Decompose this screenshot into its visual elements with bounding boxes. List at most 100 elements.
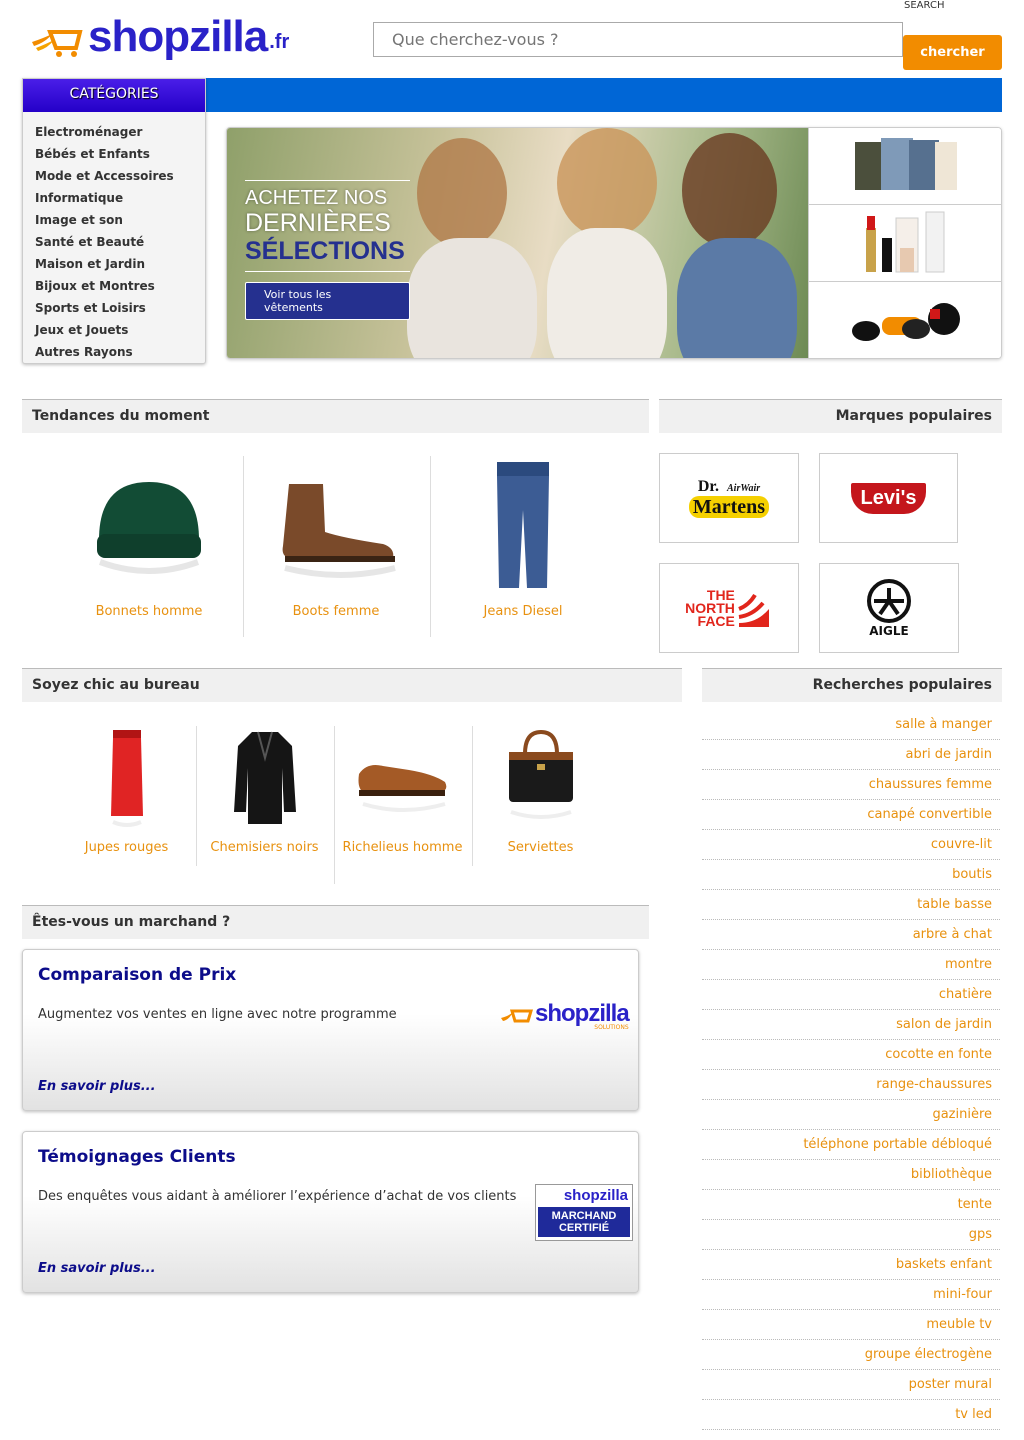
logo-wordmark: shopzilla [88, 12, 268, 61]
category-item[interactable]: Santé et Beauté [35, 231, 205, 253]
popular-search-link[interactable]: gps [702, 1220, 1000, 1250]
trend-divider [243, 456, 244, 637]
view-clothes-button[interactable]: Voir tous les vêtements [245, 282, 410, 320]
shopping-women-photo: ACHETEZ NOS DERNIÈRES SÉLECTIONS Voir to… [227, 128, 808, 358]
category-item[interactable]: Informatique [35, 187, 205, 209]
popular-search-link[interactable]: mini-four [702, 1280, 1000, 1310]
banner-line-1: ACHETEZ NOS [245, 180, 410, 209]
card-title: Témoignages Clients [38, 1147, 236, 1167]
black-blouse-icon [233, 731, 296, 824]
shopzilla-logo[interactable]: shopzilla .fr [30, 14, 289, 60]
office-divider [196, 726, 197, 866]
category-item[interactable]: Electroménager [35, 121, 205, 143]
brand-levis[interactable]: Levi's [819, 453, 958, 543]
brand-dr-martens[interactable]: Dr. AirWair Martens [659, 453, 799, 543]
thumb-shirts[interactable] [808, 128, 1001, 205]
trend-label: Jeans Diesel [483, 604, 563, 619]
office-item[interactable]: Jupes rouges [60, 728, 193, 856]
shopzilla-solutions-logo: shopzilla SOLUTIONS [501, 1000, 630, 1031]
popular-search-link[interactable]: tente [702, 1190, 1000, 1220]
categories-panel: CATÉGORIES Electroménager Bébés et Enfan… [22, 78, 206, 364]
category-item[interactable]: Maison et Jardin [35, 253, 205, 275]
ski-goggles-icon [852, 302, 960, 341]
categories-title: CATÉGORIES [23, 79, 205, 112]
logo-tld: .fr [269, 31, 290, 53]
beanie-icon [97, 482, 201, 574]
shirts-icon [855, 138, 957, 190]
popular-search-link[interactable]: groupe électrogène [702, 1340, 1000, 1370]
trend-item[interactable]: Bonnets homme [60, 470, 238, 619]
north-face-logo: THE NORTH FACE [685, 588, 773, 628]
aigle-emblem-icon [867, 579, 911, 623]
popular-search-link[interactable]: tv led [702, 1400, 1000, 1430]
office-label: Serviettes [507, 840, 574, 855]
jeans-icon [497, 462, 549, 588]
red-skirt-icon [110, 730, 143, 827]
popular-title: Recherches populaires [702, 668, 1002, 702]
popular-search-link[interactable]: salle à manger [702, 710, 1000, 740]
thumb-ski-gear[interactable] [808, 282, 1001, 358]
dr-martens-logo: Dr. AirWair Martens [688, 478, 770, 518]
popular-search-link[interactable]: salon de jardin [702, 1010, 1000, 1040]
banner-thumbnails [808, 128, 1001, 358]
popular-search-link[interactable]: gazinière [702, 1100, 1000, 1130]
search-button[interactable]: chercher [903, 35, 1002, 70]
category-item[interactable]: Mode et Accessoires [35, 165, 205, 187]
popular-search-link[interactable]: chaussures femme [702, 770, 1000, 800]
popular-search-link[interactable]: poster mural [702, 1370, 1000, 1400]
popular-search-link[interactable]: canapé convertible [702, 800, 1000, 830]
levis-logo: Levi's [850, 482, 927, 514]
category-item[interactable]: Jeux et Jouets [35, 319, 205, 341]
category-item[interactable]: Autres Rayons [35, 341, 205, 363]
briefcase-icon [508, 729, 573, 819]
popular-search-link[interactable]: table basse [702, 890, 1000, 920]
north-face-dome-icon [738, 593, 769, 627]
top-nav-bar [205, 78, 1002, 112]
popular-search-link[interactable]: bibliothèque [702, 1160, 1000, 1190]
popular-search-link[interactable]: boutis [702, 860, 1000, 890]
popular-search-link[interactable]: baskets enfant [702, 1250, 1000, 1280]
thumb-cosmetics[interactable] [808, 205, 1001, 282]
popular-search-link[interactable]: abri de jardin [702, 740, 1000, 770]
office-item[interactable]: Serviettes [474, 728, 607, 856]
category-item[interactable]: Sports et Loisirs [35, 297, 205, 319]
trend-divider [430, 456, 431, 637]
popular-search-link[interactable]: meuble tv [702, 1310, 1000, 1340]
popular-searches-list: salle à manger abri de jardin chaussures… [702, 710, 1000, 1430]
popular-search-link[interactable]: couvre-lit [702, 830, 1000, 860]
trend-item[interactable]: Jeans Diesel [434, 460, 612, 619]
office-divider [334, 726, 335, 884]
cart-flame-icon [32, 30, 83, 57]
popular-search-link[interactable]: range-chaussures [702, 1070, 1000, 1100]
popular-search-link[interactable]: téléphone portable débloqué [702, 1130, 1000, 1160]
banner-line-2: DERNIÈRES [245, 209, 391, 237]
cart-flame-icon [501, 1009, 534, 1023]
customer-reviews-card: Témoignages Clients Des enquêtes vous ai… [22, 1131, 639, 1293]
trend-item[interactable]: Boots femme [247, 470, 425, 619]
popular-search-link[interactable]: cocotte en fonte [702, 1040, 1000, 1070]
learn-more-link[interactable]: En savoir plus... [38, 1079, 156, 1094]
brand-north-face[interactable]: THE NORTH FACE [659, 563, 799, 653]
certified-merchant-badge: shopzilla MARCHAND CERTIFIÉ [535, 1184, 633, 1241]
office-item[interactable]: Richelieus homme [336, 728, 469, 856]
search-input[interactable] [373, 22, 903, 57]
card-title: Comparaison de Prix [38, 965, 237, 985]
banner-headline: ACHETEZ NOS DERNIÈRES SÉLECTIONS Voir to… [245, 180, 410, 320]
hero-banner[interactable]: ACHETEZ NOS DERNIÈRES SÉLECTIONS Voir to… [226, 127, 1002, 359]
trend-label: Bonnets homme [95, 604, 203, 619]
popular-search-link[interactable]: arbre à chat [702, 920, 1000, 950]
category-item[interactable]: Bébés et Enfants [35, 143, 205, 165]
category-item[interactable]: Image et son [35, 209, 205, 231]
popular-search-link[interactable]: montre [702, 950, 1000, 980]
brand-aigle[interactable]: AIGLE [819, 563, 959, 653]
office-label: Chemisiers noirs [210, 840, 319, 855]
popular-search-link[interactable]: chatière [702, 980, 1000, 1010]
category-item[interactable]: Bijoux et Montres [35, 275, 205, 297]
learn-more-link[interactable]: En savoir plus... [38, 1261, 156, 1276]
derby-shoe-icon [358, 765, 446, 812]
aigle-logo: AIGLE [866, 578, 912, 638]
card-description: Des enquêtes vous aidant à améliorer l’e… [38, 1189, 517, 1204]
categories-list: Electroménager Bébés et Enfants Mode et … [23, 112, 205, 363]
search-label: SEARCH [904, 0, 945, 11]
office-item[interactable]: Chemisiers noirs [198, 728, 331, 856]
